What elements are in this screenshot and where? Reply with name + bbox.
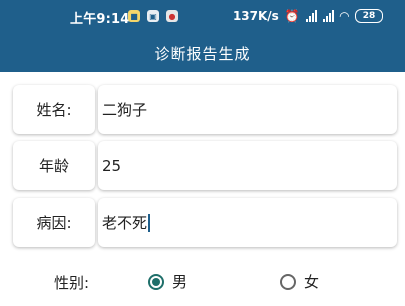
status-time: 上午9:14 — [70, 12, 130, 27]
notification-icon-red: ● — [166, 10, 178, 22]
gender-row: 性别: 男 女 — [0, 262, 405, 302]
age-value: 25 — [102, 156, 122, 175]
battery-icon: 28 — [355, 9, 383, 23]
cause-row: 病因: 老不死 — [13, 198, 397, 247]
page-title: 诊断报告生成 — [154, 45, 251, 63]
signal-icon-2 — [322, 10, 334, 22]
text-cursor — [148, 213, 151, 232]
age-input[interactable]: 25 — [98, 141, 397, 190]
notification-icon-white: ▣ — [147, 10, 159, 22]
age-row: 年龄 25 — [13, 141, 397, 190]
wifi-icon: ◠ — [339, 9, 349, 23]
gender-radio-male[interactable]: 男 — [148, 271, 187, 292]
net-speed: 137K/s — [232, 9, 279, 23]
name-label: 姓名: — [13, 85, 95, 134]
status-bar: 上午9:14 ■ ▣ ● 137K/s ⏰ ◠ 28 — [0, 0, 405, 34]
gender-male-label: 男 — [172, 273, 188, 291]
notification-icons: ■ ▣ ● — [128, 10, 178, 22]
gender-radio-female[interactable]: 女 — [280, 271, 319, 292]
cause-label: 病因: — [13, 198, 95, 247]
signal-icon-1 — [305, 10, 317, 22]
name-input[interactable]: 二狗子 — [98, 85, 397, 134]
age-label: 年龄 — [13, 141, 95, 190]
radio-unchecked-icon — [280, 273, 296, 290]
toolbar: 诊断报告生成 — [0, 34, 405, 72]
gender-label: 性别: — [54, 274, 90, 292]
radio-checked-icon — [148, 273, 164, 290]
cause-value: 老不死 — [102, 214, 148, 232]
alarm-icon: ⏰ — [284, 9, 300, 23]
name-row: 姓名: 二狗子 — [13, 85, 397, 134]
name-value: 二狗子 — [102, 101, 148, 119]
gender-female-label: 女 — [304, 273, 320, 291]
notification-icon-yellow: ■ — [128, 10, 140, 22]
status-right-group: 137K/s ⏰ ◠ 28 — [233, 9, 383, 23]
cause-input[interactable]: 老不死 — [98, 198, 397, 247]
